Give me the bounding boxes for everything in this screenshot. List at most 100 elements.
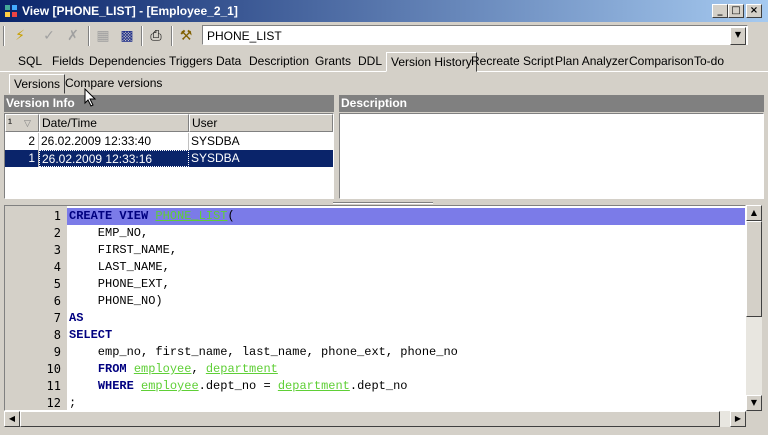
code-line[interactable]: 11 WHERE employee.dept_no = department.d… — [5, 378, 745, 395]
rollback-icon[interactable]: ✗ — [62, 25, 84, 47]
splitter-grip — [333, 202, 433, 204]
code-line[interactable]: 12; — [5, 395, 745, 410]
code-text: CREATE VIEW PHONE_LIST( — [67, 208, 745, 225]
sql-identifier-link[interactable]: department — [278, 379, 350, 393]
sql-keyword: CREATE VIEW — [69, 209, 156, 223]
chevron-down-icon[interactable]: ▼ — [730, 27, 746, 45]
close-button[interactable]: × — [746, 4, 762, 18]
scroll-up-button[interactable]: ▲ — [746, 205, 762, 221]
description-area[interactable] — [339, 113, 764, 199]
maximize-button[interactable]: □ — [728, 4, 744, 18]
tab-fields[interactable]: Fields — [48, 52, 88, 72]
tab-ddl[interactable]: DDL — [354, 52, 386, 72]
tab-compare-versions[interactable]: Compare versions — [61, 74, 166, 94]
code-token: EMP_NO, — [69, 226, 149, 240]
code-text: FIRST_NAME, — [69, 242, 177, 259]
toolbar-separator — [88, 26, 90, 46]
code-line[interactable]: 4 LAST_NAME, — [5, 259, 745, 276]
horizontal-scroll-thumb[interactable] — [20, 411, 720, 427]
tab-recreate-script[interactable]: Recreate Script — [467, 52, 558, 72]
print-icon[interactable]: ⎙ — [145, 25, 167, 47]
sql-keyword: SELECT — [69, 328, 113, 342]
minimize-button[interactable]: _ — [712, 4, 728, 18]
object-name: PHONE_LIST — [207, 29, 282, 43]
sql-identifier-link[interactable]: PHONE_LIST — [155, 209, 227, 223]
tab-version-history[interactable]: Version History — [386, 52, 477, 72]
column-header-datetime[interactable]: Date/Time — [39, 114, 189, 132]
code-text: emp_no, first_name, last_name, phone_ext… — [69, 344, 458, 361]
table-row[interactable]: 2 26.02.2009 12:33:40 SYSDBA — [5, 133, 333, 150]
tab-comparison[interactable]: Comparison — [625, 52, 698, 72]
sql-identifier-link[interactable]: department — [206, 362, 278, 376]
object-selector[interactable]: PHONE_LIST ▼ — [202, 25, 748, 45]
code-line[interactable]: 9 emp_no, first_name, last_name, phone_e… — [5, 344, 745, 361]
code-line[interactable]: 7 AS — [5, 310, 745, 327]
column-header-user[interactable]: User — [189, 114, 333, 132]
tab-plan-analyzer[interactable]: Plan Analyzer — [551, 52, 632, 72]
sql-keyword: AS — [69, 311, 84, 325]
commit-icon[interactable]: ✓ — [38, 25, 60, 47]
vertical-scroll-thumb[interactable] — [746, 221, 762, 317]
code-line[interactable]: 8 SELECT — [5, 327, 745, 344]
column-header-number[interactable]: ¹ ▽ — [5, 114, 39, 132]
sql-identifier-link[interactable]: employee — [134, 362, 192, 376]
size-grip — [746, 411, 762, 427]
line-number: 5 — [53, 277, 61, 291]
line-number: 9 — [53, 345, 61, 359]
line-number: 11 — [46, 379, 61, 393]
code-line[interactable]: 2 EMP_NO, — [5, 225, 745, 242]
window-title: View [PHONE_LIST] - [Employee_2_1] — [22, 4, 238, 18]
row-number: 1 — [5, 150, 39, 167]
calendar-icon[interactable]: ▩ — [116, 25, 138, 47]
toolbar-separator — [171, 26, 173, 46]
code-text: SELECT — [69, 327, 112, 344]
tab-todo[interactable]: To-do — [690, 52, 728, 72]
scroll-down-button[interactable]: ▼ — [746, 395, 762, 411]
line-number: 8 — [53, 328, 61, 342]
code-line[interactable]: 10 FROM employee, department — [5, 361, 745, 378]
row-datetime: 26.02.2009 12:33:40 — [39, 133, 189, 150]
code-line-current[interactable]: 1 CREATE VIEW PHONE_LIST( — [5, 208, 745, 225]
line-number: 10 — [46, 362, 61, 376]
code-token: PHONE_EXT, — [69, 277, 170, 291]
code-text: WHERE employee.dept_no = department.dept… — [69, 378, 408, 395]
compile-icon[interactable]: ⚡ — [9, 25, 31, 47]
line-number: 3 — [53, 243, 61, 257]
code-line[interactable]: 5 PHONE_EXT, — [5, 276, 745, 293]
code-line[interactable]: 6 PHONE_NO) — [5, 293, 745, 310]
filter-icon: ▽ — [24, 118, 31, 128]
tab-versions[interactable]: Versions — [9, 74, 66, 94]
row-user: SYSDBA — [191, 134, 240, 148]
scroll-right-button[interactable]: ▶ — [730, 411, 746, 427]
toolbar-separator — [141, 26, 143, 46]
version-grid: ¹ ▽ Date/Time User 2 26.02.2009 12:33:40… — [4, 113, 334, 199]
title-bar[interactable]: View [PHONE_LIST] - [Employee_2_1] _ □ × — [0, 0, 768, 22]
code-text: EMP_NO, — [69, 225, 148, 242]
line-number: 6 — [53, 294, 61, 308]
code-token: .dept_no = — [198, 379, 278, 393]
table-row-selected[interactable]: 1 26.02.2009 12:33:16 SYSDBA — [5, 150, 333, 167]
sql-editor[interactable]: 1 CREATE VIEW PHONE_LIST(2 EMP_NO, 3 FIRST… — [4, 205, 746, 411]
app-icon — [5, 5, 17, 17]
code-token: .dept_no — [349, 379, 408, 393]
tab-description[interactable]: Description — [245, 52, 313, 72]
code-line[interactable]: 3 FIRST_NAME, — [5, 242, 745, 259]
sql-identifier-link[interactable]: employee — [141, 379, 199, 393]
horizontal-scrollbar[interactable]: ◀ ▶ — [4, 411, 746, 427]
tab-data[interactable]: Data — [212, 52, 245, 72]
tab-triggers[interactable]: Triggers — [165, 52, 217, 72]
code-token: emp_no, first_name, last_name, phone_ext… — [69, 345, 458, 359]
tab-dependencies[interactable]: Dependencies — [85, 52, 170, 72]
tab-sql[interactable]: SQL — [14, 52, 46, 72]
tools-icon[interactable]: ⚒ — [175, 25, 197, 47]
sql-keyword: WHERE — [97, 379, 142, 393]
row-user: SYSDBA — [191, 151, 240, 165]
line-number: 2 — [53, 226, 61, 240]
code-text: PHONE_EXT, — [69, 276, 170, 293]
tab-grants[interactable]: Grants — [311, 52, 355, 72]
scroll-left-button[interactable]: ◀ — [4, 411, 20, 427]
vertical-scrollbar[interactable]: ▲ ▼ — [746, 205, 762, 411]
grid-icon[interactable]: ▦ — [92, 25, 114, 47]
